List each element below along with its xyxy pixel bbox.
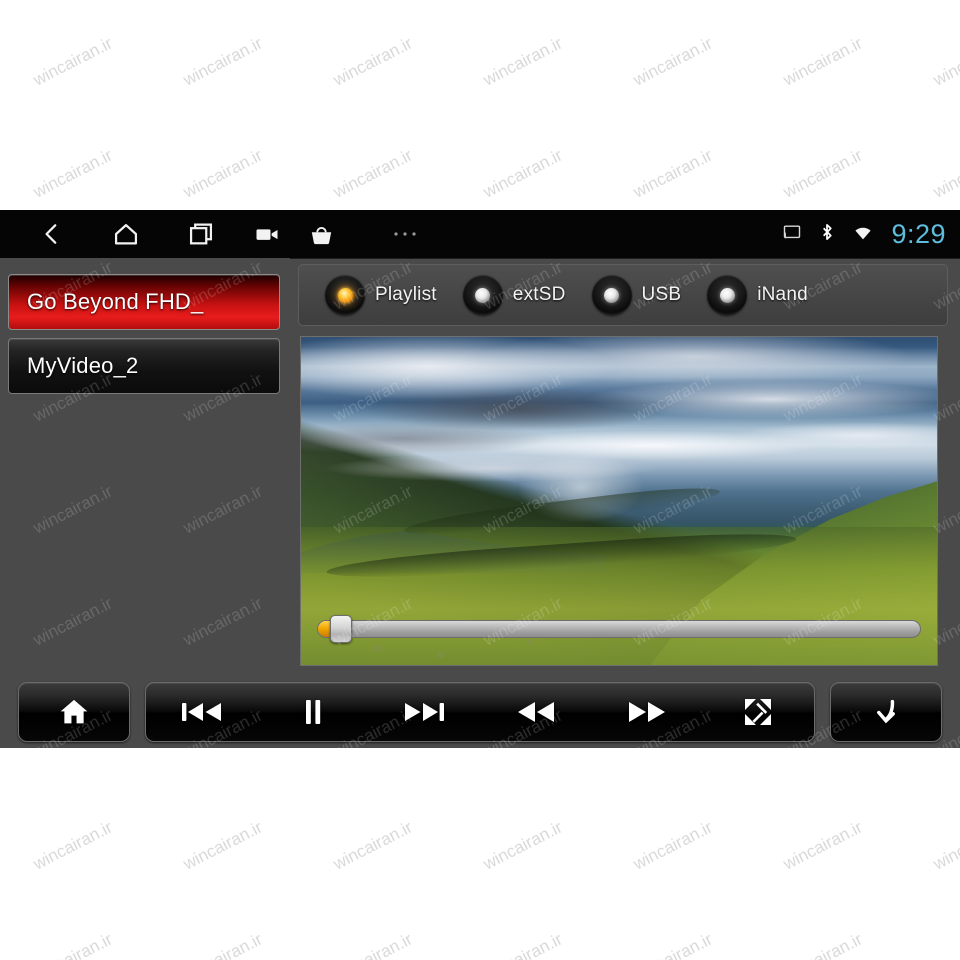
watermark-text: wincairan.ir (780, 929, 866, 960)
watermark-text: wincairan.ir (930, 145, 960, 202)
fullscreen-icon[interactable] (722, 684, 794, 740)
previous-track-icon[interactable] (166, 684, 238, 740)
next-track-icon[interactable] (388, 684, 460, 740)
watermark-text: wincairan.ir (480, 33, 566, 90)
video-viewport[interactable] (300, 336, 938, 666)
wifi-icon[interactable] (851, 222, 875, 247)
playlist-item-selected[interactable]: Go Beyond FHD_ (8, 274, 280, 330)
radio-led-icon (707, 275, 748, 315)
watermark-text: wincairan.ir (480, 929, 566, 960)
cast-icon[interactable] (781, 222, 803, 247)
back-button[interactable] (830, 682, 942, 742)
watermark-text: wincairan.ir (930, 33, 960, 90)
player-panel: Playlist extSD USB iNand (292, 258, 960, 676)
seek-track[interactable] (317, 620, 921, 638)
watermark-text: wincairan.ir (780, 817, 866, 874)
watermark-text: wincairan.ir (480, 817, 566, 874)
rewind-icon[interactable] (500, 684, 572, 740)
watermark-text: wincairan.ir (630, 817, 716, 874)
home-button[interactable] (18, 682, 130, 742)
back-icon[interactable] (24, 210, 80, 258)
source-option-playlist[interactable]: Playlist (325, 275, 437, 315)
source-label: iNand (757, 284, 808, 305)
home-icon[interactable] (98, 210, 154, 258)
recents-icon[interactable] (173, 210, 229, 258)
watermark-text: wincairan.ir (780, 145, 866, 202)
watermark-text: wincairan.ir (330, 929, 416, 960)
control-bar (0, 676, 960, 748)
seek-progress-fill (318, 621, 330, 637)
camcorder-icon[interactable] (239, 210, 295, 258)
watermark-text: wincairan.ir (630, 929, 716, 960)
seek-bar[interactable] (317, 615, 921, 643)
source-label: USB (641, 284, 682, 305)
watermark-text: wincairan.ir (180, 145, 266, 202)
watermark-text: wincairan.ir (480, 145, 566, 202)
basket-icon[interactable] (293, 210, 349, 258)
playlist-item-title: MyVideo_2 (27, 353, 139, 378)
watermark-text: wincairan.ir (180, 817, 266, 874)
source-option-inand[interactable]: iNand (707, 275, 808, 315)
radio-led-icon (591, 275, 632, 315)
clock: 9:29 (891, 218, 946, 249)
watermark-text: wincairan.ir (30, 817, 116, 874)
fast-forward-icon[interactable] (611, 684, 683, 740)
pause-icon[interactable] (277, 684, 349, 740)
radio-led-icon (325, 275, 365, 315)
watermark-text: wincairan.ir (330, 145, 416, 202)
source-label: Playlist (375, 284, 437, 305)
source-option-usb[interactable]: USB (591, 275, 682, 315)
status-bar: 9:29 (0, 210, 960, 259)
home-icon[interactable] (38, 684, 110, 740)
return-arrow-icon[interactable] (850, 684, 922, 740)
watermark-text: wincairan.ir (330, 33, 416, 90)
transport-controls (145, 682, 815, 742)
watermark-text: wincairan.ir (180, 929, 266, 960)
playlist-item[interactable]: MyVideo_2 (8, 338, 280, 394)
watermark-text: wincairan.ir (180, 33, 266, 90)
watermark-text: wincairan.ir (930, 929, 960, 960)
watermark-text: wincairan.ir (630, 33, 716, 90)
watermark-text: wincairan.ir (780, 33, 866, 90)
source-label: extSD (512, 284, 566, 305)
playlist-panel: Go Beyond FHD_ MyVideo_2 (0, 258, 290, 676)
device-screen: 9:29 Go Beyond FHD_ MyVideo_2 Playlist e… (0, 210, 960, 748)
source-selector: Playlist extSD USB iNand (298, 264, 948, 326)
watermark-text: wincairan.ir (30, 33, 116, 90)
overflow-menu-icon[interactable] (377, 210, 433, 258)
source-option-extsd[interactable]: extSD (462, 275, 566, 315)
watermark-text: wincairan.ir (930, 817, 960, 874)
playlist-item-title: Go Beyond FHD_ (27, 289, 204, 314)
watermark-text: wincairan.ir (30, 145, 116, 202)
radio-led-icon (462, 275, 503, 315)
system-icons: 9:29 (781, 210, 952, 258)
bluetooth-icon[interactable] (817, 220, 837, 249)
watermark-text: wincairan.ir (30, 929, 116, 960)
watermark-text: wincairan.ir (630, 145, 716, 202)
watermark-text: wincairan.ir (330, 817, 416, 874)
seek-thumb[interactable] (330, 615, 352, 643)
